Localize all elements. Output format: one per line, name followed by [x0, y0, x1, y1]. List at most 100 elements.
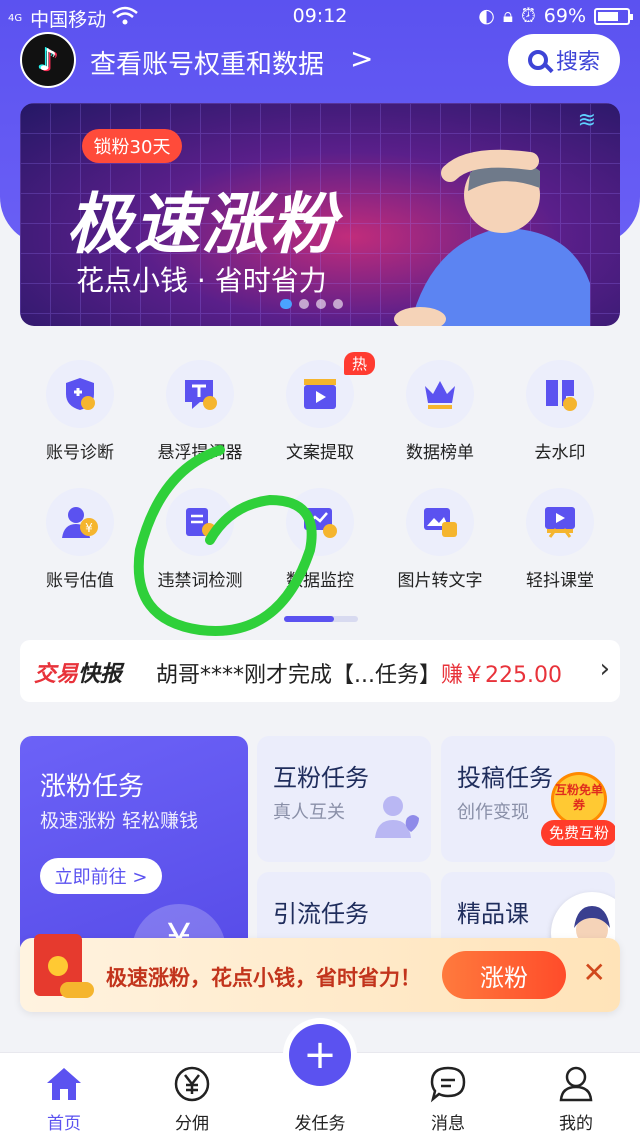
coupon-label: 免费互粉	[541, 820, 615, 846]
monitor-icon	[286, 488, 354, 556]
carousel-indicator	[280, 299, 343, 309]
news-tag-a: 交易	[34, 662, 79, 687]
tab-commission[interactable]: 分佣	[137, 1053, 247, 1138]
crown-icon	[406, 360, 474, 428]
chevron-right-icon[interactable]: ›	[600, 654, 610, 684]
news-tag-b: 快报	[78, 662, 123, 687]
news-tag: 交易快报	[34, 656, 122, 688]
task-subtitle: 真人互关	[273, 802, 345, 823]
tab-label: 分佣	[175, 1114, 209, 1134]
tool-label: 账号诊断	[46, 443, 114, 463]
tab-label: 首页	[47, 1114, 81, 1134]
hot-tag: 热	[344, 352, 376, 375]
mutual-follow-task-card[interactable]: 互粉任务 真人互关	[257, 736, 431, 862]
tool-remove-watermark[interactable]: 去水印	[500, 340, 620, 463]
shield-user-icon	[46, 360, 114, 428]
submission-task-card[interactable]: 投稿任务 创作变现 互粉免单券 免费互粉	[441, 736, 615, 862]
task-title: 精品课	[457, 900, 529, 928]
tool-copy-extract[interactable]: 热 文案提取	[260, 340, 380, 463]
task-subtitle: 创作变现	[457, 802, 529, 823]
task-title: 投稿任务	[457, 764, 553, 792]
banner-headline: 极速涨粉	[66, 186, 338, 263]
people-icon	[375, 796, 419, 838]
task-title: 引流任务	[273, 900, 369, 928]
search-button[interactable]: 搜索	[508, 34, 620, 86]
fans-task-card[interactable]: 涨粉任务 极速涨粉 轻松赚钱 立即前往 > ¥	[20, 736, 248, 956]
banner-person-illustration	[394, 149, 590, 326]
tiktok-logo-icon[interactable]: ♪	[20, 32, 76, 88]
task-section: 涨粉任务 极速涨粉 轻松赚钱 立即前往 > ¥ 互粉任务 真人互关 投稿任务 创…	[20, 736, 620, 998]
teleprompter-icon	[166, 360, 234, 428]
search-icon	[527, 50, 548, 70]
carousel-dot	[299, 299, 309, 309]
tool-label: 悬浮提词器	[157, 443, 243, 463]
lock-fans-badge: 锁粉30天	[82, 129, 182, 163]
tool-label: 数据监控	[286, 571, 354, 591]
carousel-dot	[333, 299, 343, 309]
stamp-icon	[526, 360, 594, 428]
tool-label: 账号估值	[46, 571, 114, 591]
tool-label: 文案提取	[286, 443, 354, 463]
plus-icon: +	[303, 1032, 337, 1078]
tool-image-to-text[interactable]: 图片转文字	[380, 468, 500, 591]
search-label: 搜索	[555, 50, 600, 75]
tab-home[interactable]: 首页	[9, 1053, 119, 1138]
news-text: 胡哥****刚才完成【...任务】赚￥225.00	[156, 657, 562, 689]
image-text-icon	[406, 488, 474, 556]
go-now-button[interactable]: 立即前往 >	[40, 858, 162, 894]
coupon-text: 互粉免单券	[551, 772, 607, 826]
account-weight-link[interactable]: 查看账号权重和数据	[90, 44, 324, 81]
tab-label: 我的	[559, 1114, 593, 1134]
tab-label: 消息	[431, 1114, 465, 1134]
carousel-dot	[316, 299, 326, 309]
gold-coins-icon	[60, 982, 94, 998]
battery-percent: 69%	[543, 5, 586, 27]
trade-news-ticker[interactable]: 交易快报 胡哥****刚才完成【...任务】赚￥225.00 ›	[20, 640, 620, 702]
yen-circle-icon	[174, 1066, 210, 1102]
tool-grid: 账号诊断 悬浮提词器 热 文案提取 数据榜单 去水印 ¥ 账号估值 违禁词检测 …	[0, 340, 640, 630]
news-amount: 赚￥225.00	[440, 663, 562, 688]
user-yen-icon: ¥	[46, 488, 114, 556]
waves-icon: ≋	[577, 108, 596, 133]
boost-fans-button[interactable]: 涨粉	[442, 951, 566, 999]
tool-account-diagnosis[interactable]: 账号诊断	[20, 340, 140, 463]
message-icon	[430, 1066, 466, 1103]
tool-teleprompter[interactable]: 悬浮提词器	[140, 340, 260, 463]
moon-icon: ◐	[478, 5, 495, 27]
banner-subtitle: 花点小钱 · 省时省力	[76, 264, 327, 297]
promo-text: 极速涨粉，花点小钱，省时省力！	[106, 966, 421, 990]
free-mutual-coupon-badge[interactable]: 互粉免单券 免费互粉	[541, 772, 615, 852]
carousel-dot	[280, 299, 292, 309]
home-icon	[47, 1068, 81, 1100]
tool-forbidden-word-check[interactable]: 违禁词检测	[140, 468, 260, 591]
task-subtitle: 极速涨粉 轻松赚钱	[40, 810, 199, 832]
promo-strip[interactable]: 极速涨粉，花点小钱，省时省力！ 涨粉 ✕	[20, 934, 620, 1012]
tool-data-monitor[interactable]: 数据监控	[260, 468, 380, 591]
tool-data-ranking[interactable]: 数据榜单	[380, 340, 500, 463]
post-task-plus-button[interactable]: +	[289, 1024, 351, 1086]
task-title: 涨粉任务	[40, 772, 145, 802]
tab-messages[interactable]: 消息	[393, 1053, 503, 1138]
tool-label: 图片转文字	[397, 571, 483, 591]
app-header: ♪ 查看账号权重和数据 > 搜索	[0, 32, 640, 88]
alarm-icon: ⏰︎	[520, 5, 536, 27]
user-icon	[559, 1066, 593, 1102]
grid-page-indicator	[284, 616, 358, 622]
tool-classroom[interactable]: 轻抖课堂	[500, 468, 620, 591]
classroom-icon	[526, 488, 594, 556]
tool-label: 轻抖课堂	[526, 571, 594, 591]
task-title: 互粉任务	[273, 764, 369, 792]
lock-rotation-icon: 🔒︎	[502, 5, 513, 27]
news-message: 胡哥****刚才完成【...任务】	[156, 663, 441, 688]
tool-label: 去水印	[534, 443, 586, 463]
battery-icon	[594, 7, 633, 25]
status-bar: 4G 中国移动 09:12 ◐ 🔒︎ ⏰︎ 69%	[0, 0, 640, 34]
close-icon[interactable]: ✕	[583, 956, 606, 989]
chevron-right-icon[interactable]: >	[350, 42, 373, 75]
tool-account-valuation[interactable]: ¥ 账号估值	[20, 468, 140, 591]
tab-label: 发任务	[294, 1114, 346, 1134]
tool-label: 违禁词检测	[157, 571, 243, 591]
forbidden-word-icon	[166, 488, 234, 556]
promo-banner[interactable]: ≋ 锁粉30天 极速涨粉 花点小钱 · 省时省力	[20, 103, 620, 326]
tab-profile[interactable]: 我的	[521, 1053, 631, 1138]
